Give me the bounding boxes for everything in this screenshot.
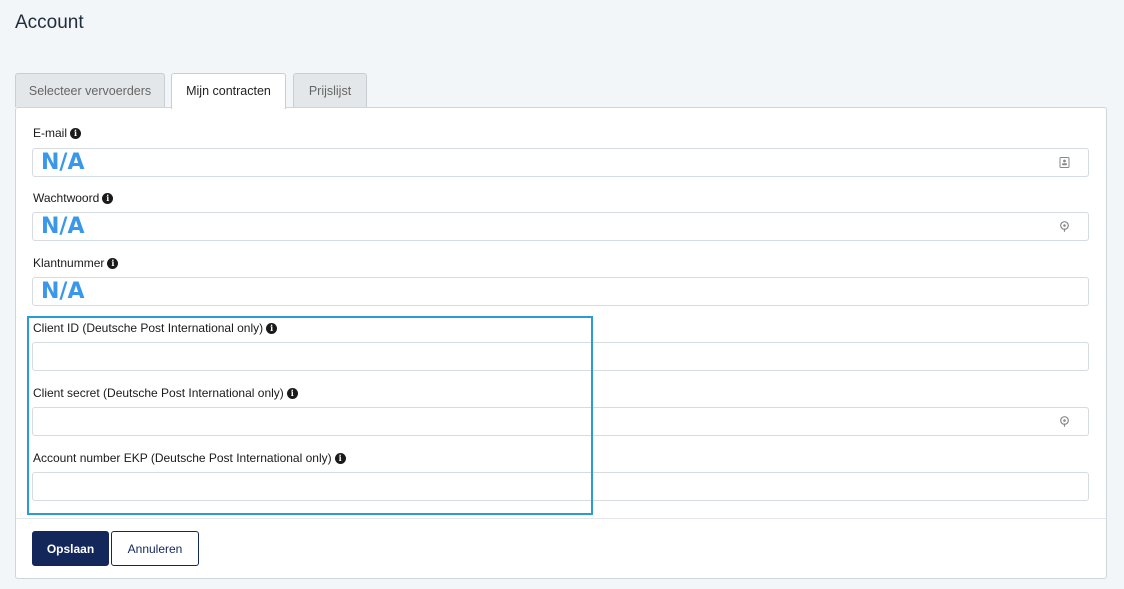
page-title: Account xyxy=(15,12,84,33)
tab-my-contracts[interactable]: Mijn contracten xyxy=(171,73,286,109)
email-field[interactable]: N/A xyxy=(32,148,1089,177)
email-value: N/A xyxy=(41,150,85,175)
account-number-field[interactable] xyxy=(32,472,1089,501)
info-icon[interactable]: i xyxy=(286,387,298,399)
cancel-button[interactable]: Annuleren xyxy=(111,531,199,566)
email-label: E-mail i xyxy=(33,126,82,140)
password-field[interactable]: N/A xyxy=(32,212,1089,241)
info-icon[interactable]: i xyxy=(70,127,82,139)
key-icon[interactable] xyxy=(1059,416,1070,427)
info-icon[interactable]: i xyxy=(266,322,278,334)
divider xyxy=(16,518,1106,519)
tab-price-list[interactable]: Prijslijst xyxy=(293,73,367,107)
password-label: Wachtwoord i xyxy=(33,191,114,205)
client-secret-field[interactable] xyxy=(32,407,1089,436)
save-button[interactable]: Opslaan xyxy=(32,531,109,566)
account-number-label: Account number EKP (Deutsche Post Intern… xyxy=(33,451,346,465)
client-id-field[interactable] xyxy=(32,342,1089,371)
customer-number-value: N/A xyxy=(41,279,85,304)
tab-select-carriers[interactable]: Selecteer vervoerders xyxy=(15,73,165,107)
customer-number-field[interactable]: N/A xyxy=(32,277,1089,306)
key-icon[interactable] xyxy=(1059,221,1070,232)
password-value: N/A xyxy=(41,214,85,239)
info-icon[interactable]: i xyxy=(107,257,119,269)
client-id-label: Client ID (Deutsche Post International o… xyxy=(33,321,278,335)
info-icon[interactable]: i xyxy=(102,192,114,204)
info-icon[interactable]: i xyxy=(334,452,346,464)
contact-card-icon[interactable] xyxy=(1059,157,1070,168)
customer-number-label: Klantnummer i xyxy=(33,256,119,270)
client-secret-label: Client secret (Deutsche Post Internation… xyxy=(33,386,298,400)
